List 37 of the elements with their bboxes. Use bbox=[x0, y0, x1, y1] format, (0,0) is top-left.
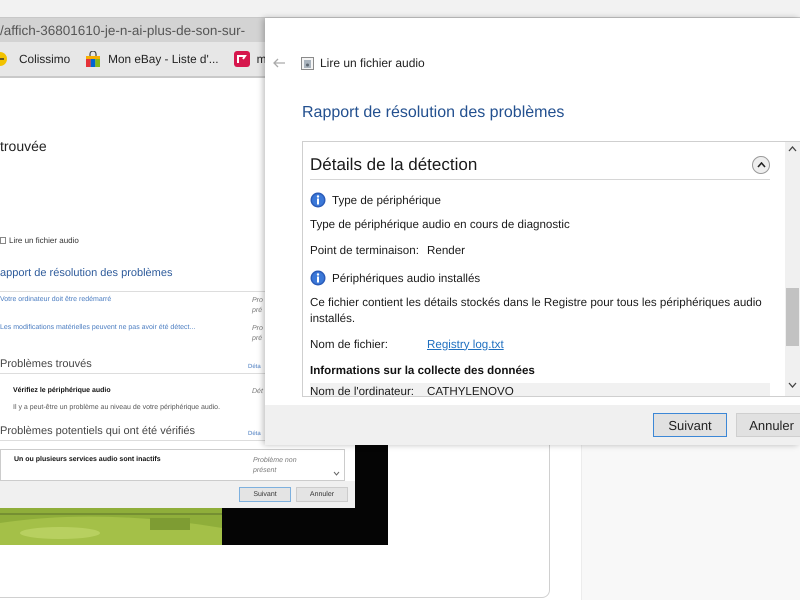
caret-icon bbox=[756, 162, 766, 168]
scroll-down-icon[interactable] bbox=[788, 382, 797, 388]
report-title: apport de résolution des problèmes bbox=[0, 267, 172, 279]
report-title: Rapport de résolution des problèmes bbox=[302, 104, 566, 122]
window-icon bbox=[0, 237, 6, 244]
bookmark-link[interactable]: Colissimo bbox=[0, 51, 70, 67]
info-title: Type de périphérique bbox=[332, 194, 441, 206]
info-title: Périphériques audio installés bbox=[332, 272, 480, 284]
bag-icon bbox=[85, 51, 102, 67]
field-label: Point de terminaison: bbox=[310, 244, 420, 256]
dialog-button[interactable]: Annuler bbox=[736, 413, 800, 437]
file-link[interactable]: Registry log.txt bbox=[427, 338, 504, 350]
field-label: Nom de fichier: bbox=[310, 338, 389, 350]
field-value: CATHYLENOVO bbox=[427, 384, 514, 396]
description-text: Type de périphérique audio en cours de diagnostic bbox=[310, 217, 571, 233]
description-text: Ce fichier contient les détails stockés dans le Registre pour tous les périphériques audio installés. bbox=[310, 295, 763, 327]
group-title: Problèmes trouvés bbox=[0, 358, 93, 370]
address-text[interactable]: /affich-36801610-je-n-ai-plus-de-son-sur- bbox=[0, 22, 246, 38]
speaker-icon bbox=[301, 56, 314, 70]
scroll-thumb[interactable] bbox=[786, 288, 799, 346]
info-icon bbox=[310, 270, 326, 286]
field-value: Render bbox=[427, 244, 466, 256]
window-title: Lire un fichier audio bbox=[320, 56, 425, 70]
section-title: Détails de la détection bbox=[310, 155, 478, 175]
bookmark-link[interactable]: Mon eBay - Liste d'... bbox=[85, 51, 219, 67]
scrollbar[interactable] bbox=[785, 142, 800, 396]
dialog-button[interactable]: Suivant bbox=[653, 413, 727, 437]
chevron-icon[interactable] bbox=[333, 471, 340, 476]
section-heading: Informations sur la collecte des données bbox=[310, 364, 536, 377]
task-title: Lire un fichier audio bbox=[9, 236, 79, 245]
group-title: Problèmes potentiels qui ont été vérifiés bbox=[0, 425, 196, 437]
page-heading: trouvée bbox=[0, 138, 47, 154]
scroll-up-icon[interactable] bbox=[788, 146, 797, 152]
tile-icon bbox=[234, 51, 250, 67]
info-icon bbox=[310, 192, 326, 208]
field-label: Nom de l'ordinateur: bbox=[310, 384, 416, 396]
collapse-button[interactable] bbox=[752, 156, 770, 174]
